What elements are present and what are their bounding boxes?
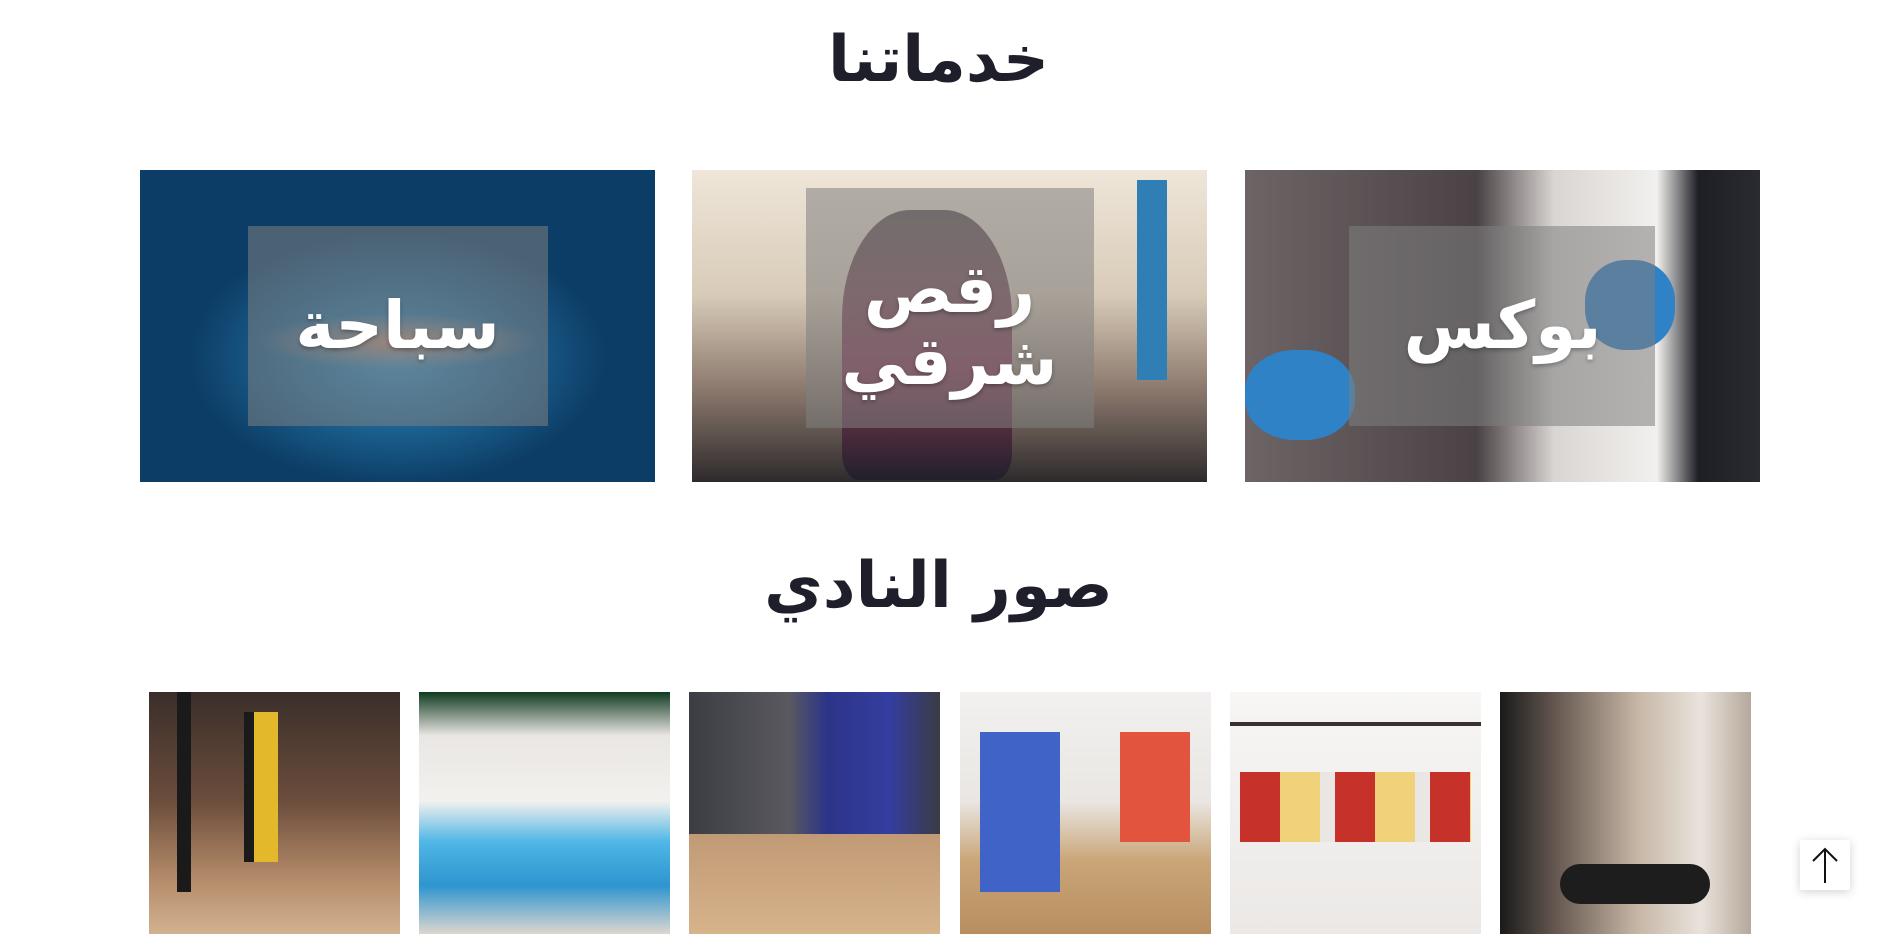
service-card-label: رقص شرقي [841, 251, 1058, 400]
services-section-title: خدماتنا [828, 23, 1049, 97]
service-card-boxing[interactable]: بوكس [1245, 170, 1760, 482]
service-card-swimming[interactable]: سباحة [140, 170, 655, 482]
service-card-belly-dance[interactable]: رقص شرقي [692, 170, 1207, 482]
arrow-up-icon [1812, 847, 1838, 883]
gallery-photo-swimming-pool[interactable] [419, 692, 670, 934]
gallery-photo-stretching[interactable] [1500, 692, 1751, 934]
gallery-photo-kids-area[interactable] [960, 692, 1211, 934]
service-card-label: بوكس [1403, 287, 1602, 364]
gallery-section-title: صور النادي [764, 549, 1113, 623]
scroll-to-top-button[interactable] [1800, 840, 1850, 890]
service-card-label: سباحة [295, 287, 500, 364]
gallery-photo-gym-room[interactable] [689, 692, 940, 934]
gallery-photo-supplements[interactable] [1230, 692, 1481, 934]
gallery-photo-suspension-training[interactable] [149, 692, 400, 934]
